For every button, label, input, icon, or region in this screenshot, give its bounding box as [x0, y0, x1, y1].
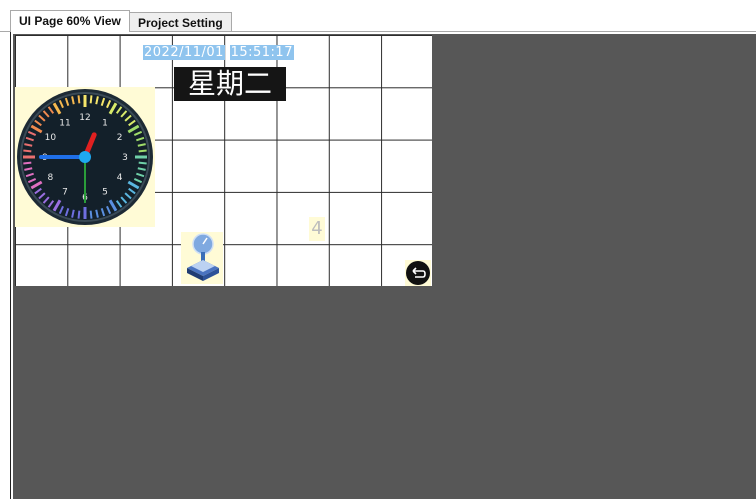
- clock-tick: [77, 210, 81, 219]
- clock-tick: [138, 161, 147, 165]
- back-button[interactable]: [405, 260, 431, 286]
- clock-numeral: 3: [122, 153, 128, 163]
- clock-numeral: 5: [102, 188, 108, 198]
- clock-tick: [89, 210, 93, 219]
- clock-numeral: 8: [47, 173, 53, 183]
- number-widget[interactable]: 4: [309, 217, 325, 241]
- time-label: 15:51:17: [229, 45, 294, 60]
- clock-numeral: 11: [59, 118, 70, 128]
- back-arrow-icon: [406, 261, 430, 285]
- tab-bar: UI Page 60% View Project Setting: [0, 0, 756, 32]
- clock-tick: [23, 149, 32, 153]
- clock-tick: [89, 95, 93, 104]
- clock-numeral: 2: [117, 133, 123, 143]
- clock-tick: [77, 95, 81, 104]
- analog-clock-widget[interactable]: 121234567891011: [15, 87, 155, 227]
- joystick-icon: [187, 233, 219, 281]
- clock-tick: [23, 161, 32, 165]
- datetime-widget[interactable]: 2022/11/01 15:51:17: [143, 45, 294, 60]
- clock-numeral: 4: [117, 173, 123, 183]
- analog-clock-icon: 121234567891011: [17, 89, 153, 225]
- tab-ui-page-view[interactable]: UI Page 60% View: [10, 10, 130, 32]
- clock-numeral: 7: [62, 188, 68, 198]
- joystick-widget[interactable]: [181, 232, 223, 284]
- tab-project-setting[interactable]: Project Setting: [129, 12, 232, 32]
- clock-center: [79, 151, 91, 163]
- date-label: 2022/11/01: [143, 45, 225, 60]
- clock-numeral: 1: [102, 118, 108, 128]
- clock-numeral: 12: [79, 113, 90, 123]
- clock-tick: [138, 149, 147, 153]
- clock-numeral: 10: [45, 133, 57, 143]
- weekday-widget[interactable]: 星期二: [174, 67, 286, 101]
